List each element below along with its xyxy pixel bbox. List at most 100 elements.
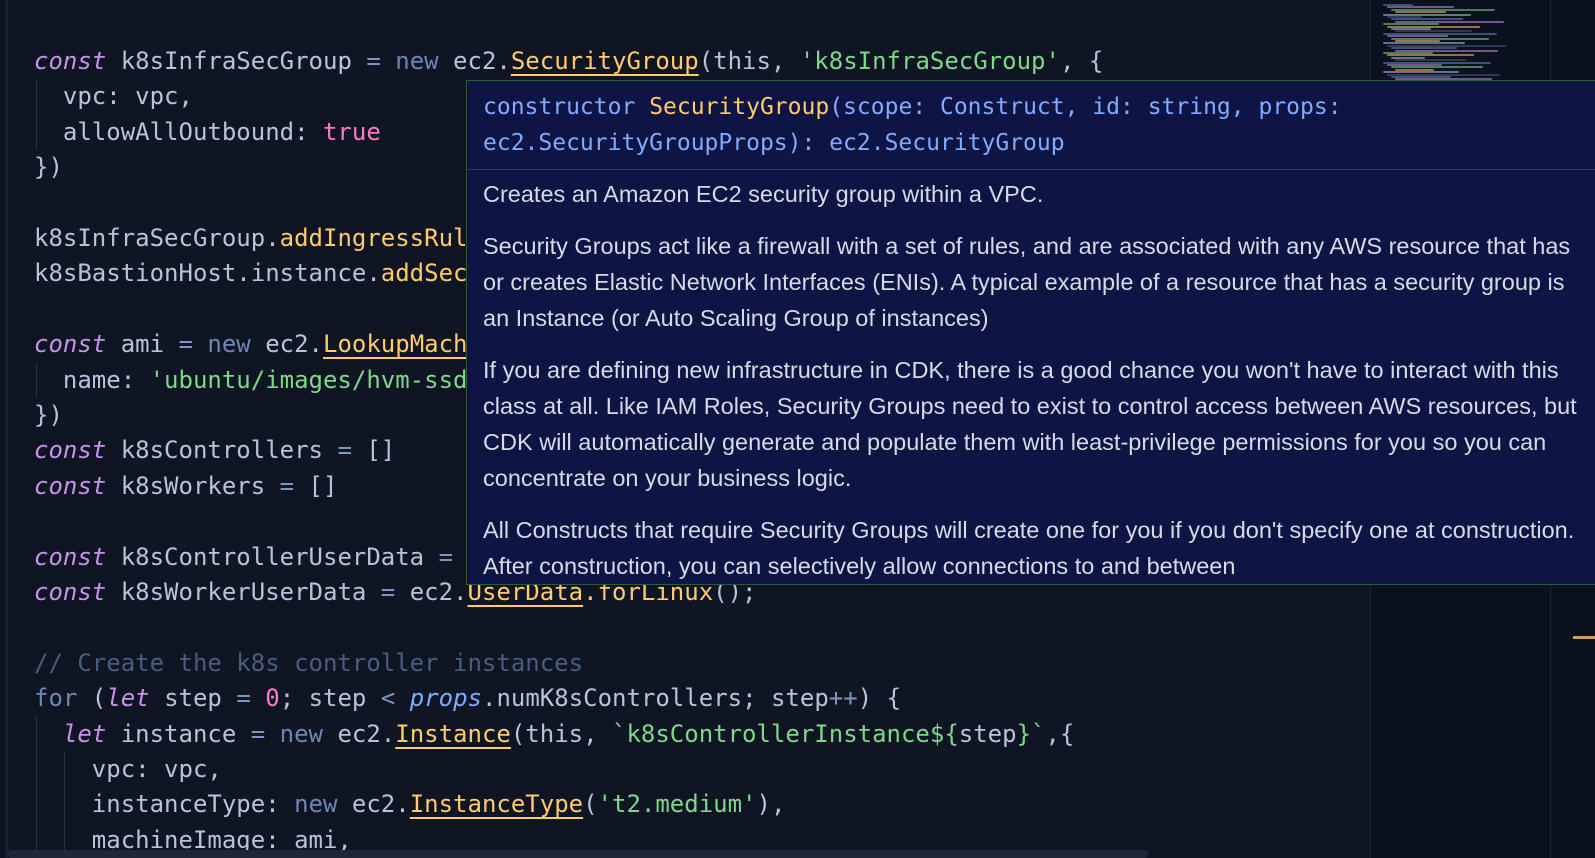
code-line[interactable]: for (let step = 0; step < props.numK8sCo… [34,681,901,715]
code-token: (this, [510,719,612,748]
minimap-line [1395,59,1466,62]
code-token: ami [106,330,179,359]
code-token: let [106,684,150,713]
minimap-line [1387,35,1448,38]
hover-signature: constructor SecurityGroup(scope: Constru… [467,81,1595,170]
code-line[interactable]: const k8sInfraSecGroup = new ec2.Securit… [34,44,1103,78]
code-token: name: [34,365,150,394]
code-token: = [438,542,454,571]
code-token: const [34,542,107,571]
code-token: 't2.medium' [597,790,757,819]
code-token: step [149,684,237,713]
code-token: = [250,719,266,748]
code-token: 0 [250,684,280,713]
code-token: ,{ [1045,719,1075,748]
code-token: new [265,719,323,748]
code-token: props [395,684,482,713]
code-token: new [294,790,338,819]
code-token: const [34,47,107,75]
code-token: LookupMach [323,330,468,359]
code-token: 'ubuntu/images/hvm-ssd [149,365,468,394]
code-line[interactable]: vpc: vpc, [34,752,222,786]
code-line[interactable]: // Create the k8s controller instances [34,646,583,680]
code-token: ++ [828,684,858,713]
signature-keyword: constructor [483,94,636,120]
code-token: = [279,471,295,500]
code-line[interactable]: }) [34,398,63,432]
minimap-line [1395,11,1446,14]
code-token: InstanceType [409,790,584,819]
code-line[interactable]: const k8sControllers = [] [34,433,395,467]
code-token: ec2. [250,330,323,359]
code-token: new [192,330,251,359]
code-token: for [34,684,78,713]
code-token: }) [34,401,63,429]
code-token: addIngressRul [279,224,468,252]
code-token: ( [583,790,598,819]
code-token: .numK8sControllers; step [482,684,829,713]
code-line[interactable]: instanceType: new ec2.InstanceType('t2.m… [34,787,786,821]
signature-params: (scope: Construct, id: string, props: [829,94,1342,120]
doc-paragraph: Creates an Amazon EC2 security group wit… [483,181,1044,207]
code-line[interactable]: let instance = new ec2.Instance(this, `k… [34,717,1075,751]
code-token: k8sInfraSecGroup. [34,224,280,252]
code-token: instanceType: [34,790,295,819]
code-token: Instance [395,719,511,748]
code-token: = [366,47,381,75]
minimap-line [1383,23,1439,26]
signature-return: ec2.SecurityGroupProps): ec2.SecurityGro… [483,130,1065,156]
doc-paragraph: All Constructs that require Security Gro… [483,517,1575,579]
code-token: step [958,719,1017,748]
code-token: vpc: vpc, [34,755,222,783]
code-token: = [236,684,251,713]
code-line[interactable]: vpc: vpc, [34,79,193,113]
code-token: ec2. [395,578,468,606]
code-line[interactable]: k8sInfraSecGroup.addIngressRul [34,221,467,255]
code-line[interactable]: }) [34,150,63,184]
code-token: ec2. [337,790,410,819]
code-token: = [380,578,396,606]
code-token: (this, [698,47,800,75]
hover-tooltip[interactable]: constructor SecurityGroup(scope: Constru… [466,80,1595,585]
doc-paragraph: If you are defining new infrastructure i… [483,357,1577,491]
code-token: let [34,719,107,748]
code-token: addSec [380,259,468,288]
code-line[interactable]: name: 'ubuntu/images/hvm-ssd [34,363,468,397]
hover-documentation: Creates an Amazon EC2 security group wit… [467,170,1595,584]
code-token: 'k8sInfraSecGroup' [799,47,1060,75]
signature-class-name: SecurityGroup [649,94,830,120]
code-line[interactable]: k8sBastionHost.instance.addSec [34,256,467,290]
code-line[interactable]: const k8sControllerUserData = [34,540,453,574]
code-token: ; step [279,684,381,713]
code-token: SecurityGroup [510,47,699,75]
code-line[interactable]: const ami = new ec2.LookupMach [34,327,468,361]
code-line[interactable]: const k8sWorkers = [] [34,469,337,503]
code-token: // Create the k8s controller instances [34,648,584,677]
code-token: const [34,578,107,606]
code-line[interactable]: allowAllOutbound: true [34,115,381,149]
code-token: ), [756,790,786,819]
code-token: `k8sControllerInstance${ [612,719,959,748]
code-token: [] [294,471,338,500]
code-token: ) { [857,684,902,713]
minimap-line [1383,71,1459,74]
code-token: k8sControllerUserData [106,542,439,571]
minimap-line [1391,47,1457,50]
code-token: k8sWorkers [106,471,280,500]
code-token: k8sWorkerUserData [106,578,381,606]
code-token: k8sControllers [106,436,338,465]
code-token: k8sBastionHost.instance. [34,259,381,288]
code-token: true [322,117,381,146]
code-token: < [380,684,396,713]
gutter-divider [6,0,8,858]
code-token: allowAllOutbound: [34,117,323,146]
code-token: = [337,436,352,465]
code-token: }) [34,153,63,182]
code-token: ec2. [438,47,511,75]
code-token: const [34,330,107,359]
horizontal-scrollbar[interactable] [8,850,1148,858]
code-token: const [34,471,107,500]
code-token: const [34,436,107,465]
code-token: instance [106,719,251,748]
code-token: = [178,330,193,359]
